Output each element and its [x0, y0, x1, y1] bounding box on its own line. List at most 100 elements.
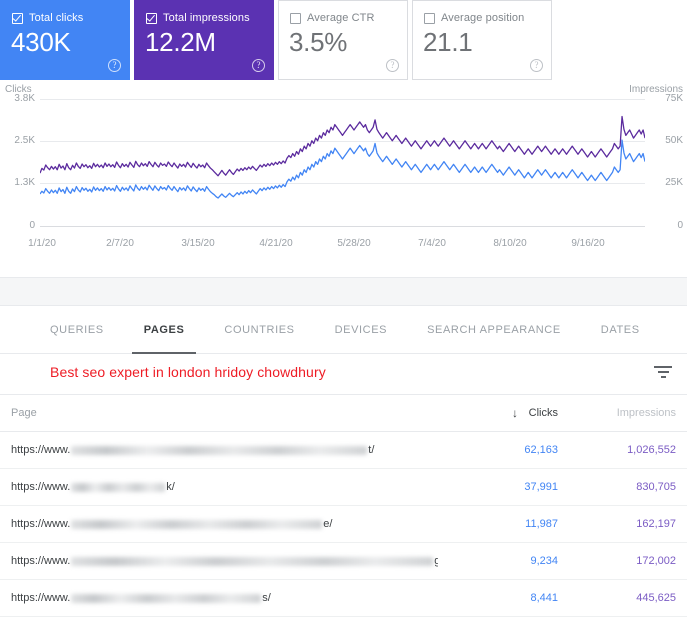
- dimension-tabs: QUERIES PAGES COUNTRIES DEVICES SEARCH APPEA…: [0, 306, 687, 354]
- url-prefix: https://www.: [11, 481, 71, 493]
- url-suffix: e/: [323, 518, 333, 530]
- redacted-url-blur: [71, 482, 166, 492]
- cell-impressions: 162,197: [636, 518, 676, 530]
- help-icon[interactable]: ?: [252, 59, 265, 72]
- tab-pages[interactable]: PAGES: [124, 306, 205, 354]
- right-y-tick: 50K: [665, 135, 683, 146]
- metric-card-label: Average CTR: [307, 12, 375, 24]
- help-icon[interactable]: ?: [386, 59, 399, 72]
- x-tick: 5/28/20: [337, 238, 371, 249]
- chart-plot-area: [40, 99, 645, 227]
- metric-card-total-clicks[interactable]: Total clicks 430K ?: [0, 0, 130, 80]
- redacted-url-blur: [71, 445, 368, 455]
- x-tick: 4/21/20: [259, 238, 293, 249]
- total-clicks-checkbox[interactable]: [12, 11, 23, 24]
- chart-line-total-clicks: [40, 139, 645, 199]
- annotation-row: Best seo expert in london hridoy chowdhu…: [0, 354, 687, 395]
- metric-card-value: 430K: [11, 27, 71, 57]
- left-y-tick: 2.5K: [14, 135, 35, 146]
- help-icon[interactable]: ?: [108, 59, 121, 72]
- performance-chart: Clicks Impressions 3.8K 2.5K 1.3K 0 75K …: [0, 80, 687, 278]
- cell-clicks: 37,991: [524, 481, 558, 493]
- section-spacer: [0, 278, 687, 306]
- metric-card-total-impressions[interactable]: Total impressions 12.2M ?: [134, 0, 274, 80]
- total-impressions-checkbox[interactable]: [146, 11, 157, 24]
- right-y-tick: 75K: [665, 93, 683, 104]
- url-prefix: https://www.: [11, 444, 71, 456]
- cell-clicks: 11,987: [525, 518, 558, 530]
- tab-devices[interactable]: DEVICES: [315, 306, 408, 354]
- metric-card-label: Total clicks: [29, 12, 84, 24]
- cell-impressions: 1,026,552: [627, 444, 676, 456]
- cell-page-url[interactable]: https://www. g/: [0, 543, 438, 579]
- column-header-page[interactable]: Page: [0, 407, 438, 419]
- metric-card-value: 21.1: [423, 27, 473, 57]
- table-row[interactable]: https://www. e/11,987 162,197: [0, 506, 687, 543]
- table-row[interactable]: https://www. k/37,991 830,705: [0, 469, 687, 506]
- x-tick: 9/16/20: [571, 238, 605, 249]
- url-suffix: k/: [166, 481, 175, 493]
- metric-cards-row: Total clicks 430K ? Total impressions 12…: [0, 0, 687, 80]
- metric-card-header: Total impressions: [135, 1, 273, 24]
- filter-icon[interactable]: [653, 366, 673, 382]
- chart-lines: [40, 115, 645, 199]
- metric-card-average-position[interactable]: Average position 21.1 ?: [412, 0, 552, 80]
- x-tick: 2/7/20: [106, 238, 134, 249]
- redacted-url-blur: [71, 593, 262, 603]
- metric-card-value: 12.2M: [145, 27, 216, 57]
- url-prefix: https://www.: [11, 592, 71, 604]
- metric-card-header: Average position: [413, 1, 551, 24]
- metric-card-header: Average CTR: [279, 1, 407, 24]
- tab-queries[interactable]: QUERIES: [30, 306, 124, 354]
- left-y-tick: 0: [29, 220, 35, 231]
- x-tick: 7/4/20: [418, 238, 446, 249]
- metric-card-value: 3.5%: [289, 27, 348, 57]
- table-row[interactable]: https://www. s/8,441 445,625: [0, 580, 687, 617]
- chart-line-total-impressions: [40, 115, 645, 177]
- table-body: https://www. t/62,163 1,026,552 https://www…: [0, 432, 687, 617]
- left-y-tick: 3.8K: [14, 93, 35, 104]
- redacted-url-blur: [71, 556, 434, 566]
- help-icon[interactable]: ?: [530, 59, 543, 72]
- cell-impressions: 830,705: [636, 481, 676, 493]
- column-header-clicks-label: Clicks: [528, 407, 558, 419]
- url-prefix: https://www.: [11, 555, 71, 567]
- left-y-tick: 1.3K: [14, 177, 35, 188]
- cell-page-url[interactable]: https://www. e/: [0, 506, 438, 542]
- url-suffix: g/: [434, 555, 438, 567]
- cell-clicks: 62,163: [524, 444, 558, 456]
- pages-table: Page ↓ Clicks Impressions https://www. t/…: [0, 395, 687, 617]
- x-tick: 8/10/20: [493, 238, 527, 249]
- x-tick: 3/15/20: [181, 238, 215, 249]
- cell-clicks: 9,234: [530, 555, 558, 567]
- right-y-tick: 0: [677, 220, 683, 231]
- redacted-url-blur: [71, 519, 323, 529]
- tab-dates[interactable]: DATES: [581, 306, 660, 354]
- right-y-tick: 25K: [665, 177, 683, 188]
- table-row[interactable]: https://www. g/9,234 172,002: [0, 543, 687, 580]
- cell-clicks: 8,441: [530, 592, 558, 604]
- cell-page-url[interactable]: https://www. s/: [0, 580, 438, 616]
- table-header-row: Page ↓ Clicks Impressions: [0, 395, 687, 432]
- tab-search-appearance[interactable]: SEARCH APPEARANCE: [407, 306, 581, 354]
- cell-page-url[interactable]: https://www. k/: [0, 469, 438, 505]
- column-header-impressions[interactable]: Impressions: [566, 407, 687, 419]
- cell-impressions: 172,002: [636, 555, 676, 567]
- metric-card-label: Total impressions: [163, 12, 250, 24]
- column-header-clicks[interactable]: ↓ Clicks: [438, 406, 566, 420]
- cell-impressions: 445,625: [636, 592, 676, 604]
- x-tick: 1/1/20: [28, 238, 56, 249]
- average-position-checkbox[interactable]: [424, 12, 435, 24]
- metric-card-average-ctr[interactable]: Average CTR 3.5% ?: [278, 0, 408, 80]
- url-suffix: t/: [368, 444, 375, 456]
- table-row[interactable]: https://www. t/62,163 1,026,552: [0, 432, 687, 469]
- metric-card-header: Total clicks: [1, 1, 129, 24]
- cell-page-url[interactable]: https://www. t/: [0, 432, 438, 468]
- sort-descending-arrow-icon: ↓: [512, 406, 518, 420]
- url-prefix: https://www.: [11, 518, 71, 530]
- average-ctr-checkbox[interactable]: [290, 12, 301, 24]
- url-suffix: s/: [262, 592, 271, 604]
- tab-countries[interactable]: COUNTRIES: [204, 306, 314, 354]
- annotation-text: Best seo expert in london hridoy chowdhu…: [50, 364, 326, 380]
- metric-card-label: Average position: [441, 12, 525, 24]
